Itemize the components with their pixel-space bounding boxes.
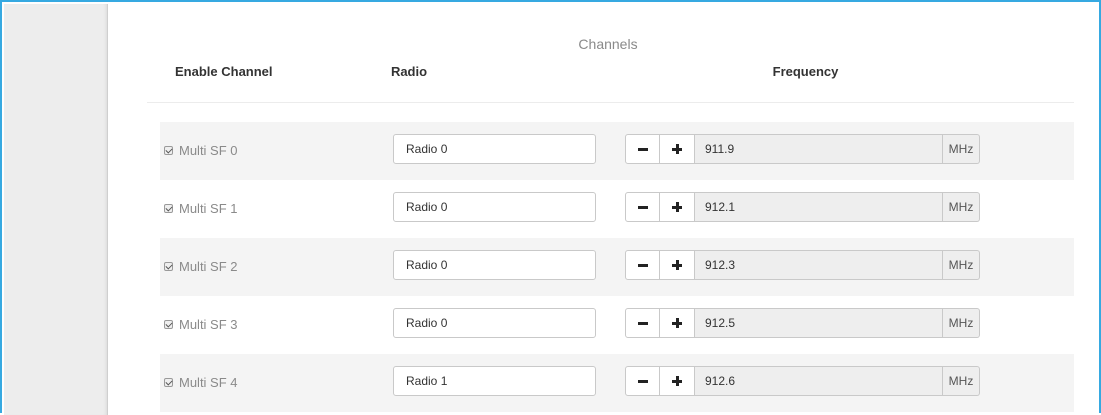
checkbox-checked-icon[interactable] [164,378,173,387]
channel-row: Multi SF 3 Radio 0 912.5 MHz [160,296,1074,354]
increment-button[interactable] [660,308,695,338]
frequency-stepper: 912.1 MHz [625,192,980,222]
checkbox-checked-icon[interactable] [164,320,173,329]
channel-row: Multi SF 2 Radio 0 912.3 MHz [160,238,1074,296]
radio-input[interactable]: Radio 0 [393,192,596,222]
radio-input[interactable]: Radio 1 [393,366,596,396]
checkbox-checked-icon[interactable] [164,262,173,271]
increment-button[interactable] [660,134,695,164]
checkbox-checked-icon[interactable] [164,146,173,155]
plus-icon [672,260,682,270]
sidebar [4,4,108,415]
decrement-button[interactable] [625,366,660,396]
frequency-stepper: 912.3 MHz [625,250,980,280]
enable-channel-toggle[interactable]: Multi SF 0 [164,143,238,158]
channel-row: Multi SF 1 Radio 0 912.1 MHz [160,180,1074,238]
channel-row: Multi SF 4 Radio 1 912.6 MHz [160,354,1074,412]
decrement-button[interactable] [625,250,660,280]
channel-label: Multi SF 3 [179,317,238,332]
channel-label: Multi SF 2 [179,259,238,274]
frequency-value: 912.1 [695,192,943,222]
frequency-unit: MHz [943,308,980,338]
enable-channel-toggle[interactable]: Multi SF 2 [164,259,238,274]
minus-icon [637,321,648,325]
frequency-unit: MHz [943,192,980,222]
column-header-frequency: Frequency [772,64,839,79]
decrement-button[interactable] [625,308,660,338]
minus-icon [637,379,648,383]
plus-icon [672,318,682,328]
increment-button[interactable] [660,192,695,222]
minus-icon [637,147,648,151]
decrement-button[interactable] [625,192,660,222]
radio-input[interactable]: Radio 0 [393,250,596,280]
frequency-value: 912.3 [695,250,943,280]
channel-list: Multi SF 0 Radio 0 911.9 MHz Multi SF 1 … [160,122,1074,412]
channel-label: Multi SF 0 [179,143,238,158]
minus-icon [637,205,648,209]
channel-label: Multi SF 1 [179,201,238,216]
radio-input[interactable]: Radio 0 [393,134,596,164]
app-frame: Channels Enable Channel Radio Frequency … [0,0,1101,415]
channel-row: Multi SF 0 Radio 0 911.9 MHz [160,122,1074,180]
increment-button[interactable] [660,366,695,396]
frequency-value: 912.6 [695,366,943,396]
radio-input[interactable]: Radio 0 [393,308,596,338]
frequency-stepper: 912.5 MHz [625,308,980,338]
frequency-unit: MHz [943,134,980,164]
channels-panel: Channels Enable Channel Radio Frequency … [108,4,1099,415]
frequency-unit: MHz [943,250,980,280]
header-divider [147,102,1074,103]
enable-channel-toggle[interactable]: Multi SF 3 [164,317,238,332]
enable-channel-toggle[interactable]: Multi SF 1 [164,201,238,216]
frequency-unit: MHz [943,366,980,396]
frequency-value: 912.5 [695,308,943,338]
section-title: Channels [578,36,638,52]
enable-channel-toggle[interactable]: Multi SF 4 [164,375,238,390]
increment-button[interactable] [660,250,695,280]
plus-icon [672,376,682,386]
frequency-stepper: 911.9 MHz [625,134,980,164]
checkbox-checked-icon[interactable] [164,204,173,213]
plus-icon [672,144,682,154]
decrement-button[interactable] [625,134,660,164]
frequency-stepper: 912.6 MHz [625,366,980,396]
frequency-value: 911.9 [695,134,943,164]
channel-label: Multi SF 4 [179,375,238,390]
minus-icon [637,263,648,267]
plus-icon [672,202,682,212]
